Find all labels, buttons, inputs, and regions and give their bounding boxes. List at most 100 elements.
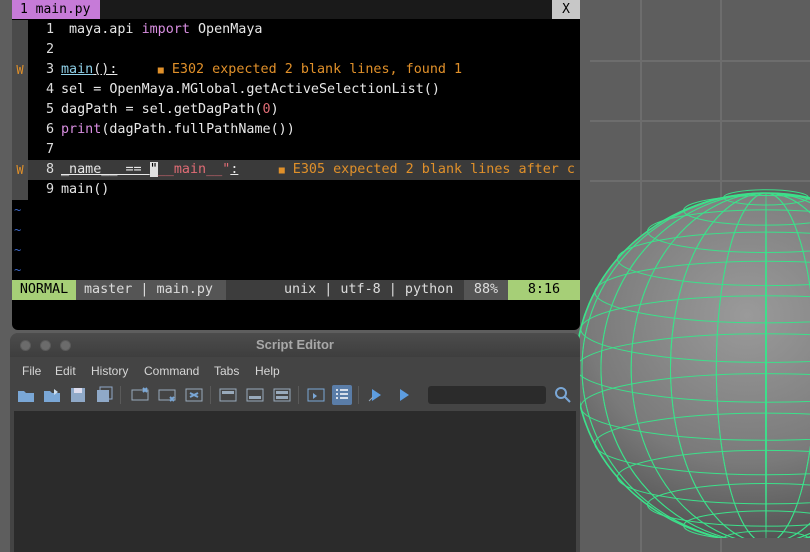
line-number: 2: [45, 42, 54, 57]
echo-commands-icon[interactable]: [306, 385, 326, 405]
code-line[interactable]: W 8 _name__ == "__main__": ■ E305 expected…: [12, 160, 580, 180]
lint-message: E302 expected 2 blank lines, found 1: [163, 62, 463, 77]
tab-close-button[interactable]: X: [552, 0, 580, 19]
line-numbers-icon[interactable]: [332, 385, 352, 405]
line-number: 8: [45, 162, 54, 177]
vim-editor-window[interactable]: 1 main.py X 1 maya.api import OpenMaya 2 W 3…: [12, 0, 580, 330]
code-text[interactable]: main(): ■ E302 expected 2 blank lines, f…: [61, 60, 462, 81]
grid-line: [590, 120, 810, 122]
toolbar-separator: [358, 386, 359, 404]
sign-column: [12, 40, 28, 60]
code-token: OpenMaya: [189, 22, 263, 37]
warning-sign: W: [12, 160, 28, 180]
sign-column: [12, 180, 28, 200]
show-both-icon[interactable]: [272, 385, 292, 405]
code-token: main(): [61, 182, 110, 197]
toolbar-separator: [210, 386, 211, 404]
line-number: 9: [45, 182, 54, 197]
menu-help[interactable]: Help: [255, 364, 280, 378]
scroll-percent: 88%: [464, 280, 508, 300]
file-info-section: unix | utf-8 | python: [284, 282, 454, 297]
vim-statusline: NORMAL master | main.py unix | utf-8 | p…: [12, 280, 580, 300]
save-all-icon[interactable]: [94, 385, 114, 405]
lint-gap: [117, 62, 157, 77]
code-token: (dagPath.fullPathName()): [101, 122, 295, 137]
code-token: print: [61, 122, 102, 137]
script-editor-window[interactable]: Script Editor File Edit History Command …: [10, 333, 580, 552]
code-text[interactable]: main(): [61, 180, 109, 200]
line-number: 7: [45, 142, 54, 157]
code-token: dagPath = sel.getDagPath(: [61, 102, 263, 117]
grid-line: [590, 60, 810, 62]
tab-main-py[interactable]: 1 main.py: [12, 0, 100, 19]
code-text[interactable]: _name__ == "__main__": ■ E305 expected 2…: [61, 160, 575, 181]
code-token: 0: [262, 102, 271, 117]
empty-line-tilde: ~: [14, 263, 22, 277]
line-number: 4: [45, 82, 54, 97]
execute-all-icon[interactable]: [366, 385, 386, 405]
script-editor-history-pane[interactable]: [14, 411, 576, 552]
lint-gap: [238, 162, 278, 177]
sign-column: [12, 120, 28, 140]
code-token: ():: [93, 62, 118, 77]
warning-sign: W: [12, 60, 28, 80]
code-token: sel = OpenMaya.MGlobal.getActiveSelectio…: [61, 82, 440, 97]
show-history-icon[interactable]: [218, 385, 238, 405]
menu-file[interactable]: File: [22, 364, 41, 378]
sign-column: [12, 100, 28, 120]
menu-tabs[interactable]: Tabs: [214, 364, 239, 378]
code-line[interactable]: W 3 main(): ■ E302 expected 2 blank lines,…: [12, 60, 580, 80]
code-token: _name__ ==: [61, 162, 150, 177]
toolbar-separator: [120, 386, 121, 404]
open-script-icon[interactable]: [16, 385, 36, 405]
script-editor-toolbar: [10, 383, 580, 409]
code-line[interactable]: 9 main(): [12, 180, 580, 200]
clear-history-icon[interactable]: [130, 385, 150, 405]
empty-line-tilde: ~: [14, 243, 22, 257]
code-token: ": [149, 162, 158, 177]
line-number: 3: [45, 62, 54, 77]
vim-tabline: 1 main.py X: [12, 0, 580, 19]
code-text[interactable]: sel = OpenMaya.MGlobal.getActiveSelectio…: [61, 80, 440, 100]
branch-file-section: master | main.py: [76, 280, 226, 300]
code-token: import: [141, 22, 190, 37]
code-token: ): [270, 102, 279, 117]
toolbar-separator: [298, 386, 299, 404]
code-line[interactable]: 1 maya.api import OpenMaya: [12, 20, 580, 40]
code-token: maya.api: [69, 22, 142, 37]
empty-line-tilde: ~: [14, 203, 22, 217]
code-line[interactable]: 4 sel = OpenMaya.MGlobal.getActiveSelecti…: [12, 80, 580, 100]
source-script-icon[interactable]: [42, 385, 62, 405]
wireframe-sphere[interactable]: [576, 178, 810, 538]
script-editor-titlebar[interactable]: Script Editor: [10, 333, 580, 357]
execute-icon[interactable]: [394, 385, 414, 405]
clear-all-icon[interactable]: [184, 385, 204, 405]
code-line[interactable]: 5 dagPath = sel.getDagPath(0): [12, 100, 580, 120]
save-script-icon[interactable]: [68, 385, 88, 405]
toolbar-search-field[interactable]: [428, 386, 546, 404]
window-title: Script Editor: [255, 337, 334, 352]
code-line[interactable]: 6 print(dagPath.fullPathName()): [12, 120, 580, 140]
code-line[interactable]: 7: [12, 140, 580, 160]
code-line[interactable]: 2: [12, 40, 580, 60]
sign-column: [12, 20, 28, 40]
menu-history[interactable]: History: [91, 364, 128, 378]
code-text[interactable]: dagPath = sel.getDagPath(0): [61, 100, 279, 120]
code-text[interactable]: maya.api import OpenMaya: [69, 20, 263, 40]
cursor-position: 8:16: [508, 280, 580, 300]
sign-column: [12, 140, 28, 160]
menu-command[interactable]: Command: [144, 364, 199, 378]
code-text[interactable]: print(dagPath.fullPathName()): [61, 120, 295, 140]
sign-column: [12, 80, 28, 100]
clear-input-icon[interactable]: [157, 385, 177, 405]
code-token: __main__": [157, 162, 231, 177]
show-input-icon[interactable]: [245, 385, 265, 405]
wireframe-longitude: [765, 192, 767, 538]
menu-edit[interactable]: Edit: [55, 364, 76, 378]
line-number: 6: [45, 122, 54, 137]
menu-bar: File Edit History Command Tabs Help: [10, 361, 580, 381]
line-number: 1: [45, 22, 54, 37]
empty-line-tilde: ~: [14, 223, 22, 237]
search-icon[interactable]: [553, 385, 573, 405]
line-number: 5: [45, 102, 54, 117]
